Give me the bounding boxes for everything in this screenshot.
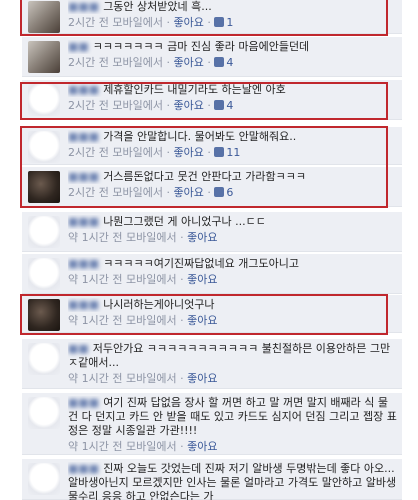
- commenter-name[interactable]: ■■■: [68, 257, 99, 271]
- comment-text: 거스름돈없다고 뭇건 안판다고 가라함ㅋㅋㅋ: [103, 170, 306, 183]
- comment-text: 가격을 안말합니다. 물어봐도 안말해줘요..: [103, 130, 297, 143]
- comment-text: 나뭔그그랬던 게 아니었구나 ...ㄷㄷ: [103, 215, 266, 228]
- avatar[interactable]: [28, 258, 60, 290]
- comment-time: 약 1시간 전 모바일에서: [68, 372, 177, 385]
- comment-time: 2시간 전 모바일에서: [68, 56, 163, 69]
- like-button[interactable]: 좋아요: [187, 440, 217, 453]
- comment-meta: 약 1시간 전 모바일에서 · 좋아요: [68, 273, 218, 286]
- like-button[interactable]: 좋아요: [173, 56, 203, 69]
- comment-item: ■■■ ㅋㅋㅋㅋㅋ여기진짜답없네요 개그도아니고 약 1시간 전 모바일에서 · …: [22, 254, 402, 294]
- like-count[interactable]: 4: [226, 56, 233, 69]
- comment-time: 약 1시간 전 모바일에서: [68, 314, 177, 327]
- comment-item: ■■■ 그동안 상처받았네 흑... 2시간 전 모바일에서 · 좋아요 · 1: [22, 0, 402, 34]
- comment-text: 그동안 상처받았네 흑...: [103, 0, 212, 13]
- comment-time: 약 1시간 전 모바일에서: [68, 231, 177, 244]
- like-button[interactable]: 좋아요: [173, 146, 203, 159]
- comment-text: ㅋㅋㅋㅋㅋㅋㅋ 금마 진심 좋라 마음에안들던데: [92, 40, 310, 53]
- avatar[interactable]: [28, 41, 60, 73]
- avatar[interactable]: [28, 1, 60, 33]
- commenter-name[interactable]: ■■■: [68, 396, 99, 410]
- commenter-name[interactable]: ■■■: [68, 83, 99, 97]
- comment-meta: 2시간 전 모바일에서 · 좋아요 · 6: [68, 186, 234, 199]
- like-count[interactable]: 11: [226, 146, 240, 159]
- avatar[interactable]: [28, 171, 60, 203]
- like-button[interactable]: 좋아요: [173, 186, 203, 199]
- comment-text: 여기 진짜 답없음 장사 할 꺼면 하고 말 꺼면 말지 배째라 식 물건 다 …: [68, 396, 397, 437]
- like-thumb-icon: [214, 17, 225, 27]
- like-thumb-icon: [214, 187, 225, 197]
- comment-time: 약 1시간 전 모바일에서: [68, 273, 177, 286]
- comment-item: ■■ 저두안가요 ㅋㅋㅋㅋㅋㅋㅋㅋㅋㅋㅋ 불친절하믄 이용안하믄 그만 ㅈ같애서.…: [22, 339, 402, 389]
- like-button[interactable]: 좋아요: [173, 99, 203, 112]
- commenter-name[interactable]: ■■: [68, 342, 89, 356]
- commenter-name[interactable]: ■■■: [68, 215, 99, 229]
- like-count[interactable]: 4: [226, 99, 233, 112]
- like-thumb-icon: [214, 147, 225, 157]
- comment-meta: 2시간 전 모바일에서 · 좋아요 · 4: [68, 99, 234, 112]
- avatar[interactable]: [28, 343, 60, 375]
- comment-text: 진짜 오늘도 갓었는데 진짜 저기 알바생 두명밖는데 좋다 아오... 알바생…: [68, 462, 397, 500]
- avatar[interactable]: [28, 131, 60, 163]
- like-button[interactable]: 좋아요: [187, 314, 217, 327]
- avatar[interactable]: [28, 463, 60, 495]
- comment-item: ■■ ㅋㅋㅋㅋㅋㅋㅋ 금마 진심 좋라 마음에안들던데 2시간 전 모바일에서 ·…: [22, 37, 402, 77]
- comment-time: 2시간 전 모바일에서: [68, 99, 163, 112]
- like-count[interactable]: 6: [226, 186, 233, 199]
- commenter-name[interactable]: ■■■: [68, 0, 99, 14]
- like-button[interactable]: 좋아요: [187, 231, 217, 244]
- comment-time: 2시간 전 모바일에서: [68, 146, 163, 159]
- avatar[interactable]: [28, 299, 60, 331]
- comment-item: ■■■ 나시러하는게아니엇구나 약 1시간 전 모바일에서 · 좋아요: [22, 295, 402, 333]
- like-button[interactable]: 좋아요: [187, 273, 217, 286]
- comment-time: 2시간 전 모바일에서: [68, 186, 163, 199]
- like-thumb-icon: [214, 57, 225, 67]
- comment-text: 저두안가요 ㅋㅋㅋㅋㅋㅋㅋㅋㅋㅋㅋ 불친절하믄 이용안하믄 그만 ㅈ같애서...: [68, 342, 391, 369]
- like-button[interactable]: 좋아요: [187, 372, 217, 385]
- comment-meta: 2시간 전 모바일에서 · 좋아요 · 1: [68, 16, 234, 29]
- comment-meta: 2시간 전 모바일에서 · 좋아요 · 4: [68, 56, 234, 69]
- comment-item: ■■■ 진짜 오늘도 갓었는데 진짜 저기 알바생 두명밖는데 좋다 아오... …: [22, 459, 402, 500]
- comment-item: ■■■ 가격을 안말합니다. 물어봐도 안말해줘요.. 2시간 전 모바일에서 ·…: [22, 127, 402, 165]
- comment-item: ■■■ 나뭔그그랬던 게 아니었구나 ...ㄷㄷ 약 1시간 전 모바일에서 · …: [22, 212, 402, 252]
- comment-text: 나시러하는게아니엇구나: [103, 298, 215, 311]
- commenter-name[interactable]: ■■■: [68, 170, 99, 184]
- avatar[interactable]: [28, 216, 60, 248]
- like-button[interactable]: 좋아요: [173, 16, 203, 29]
- comment-text: 제휴할인카드 내밀기라도 하는날엔 아호: [103, 83, 286, 96]
- comment-meta: 약 1시간 전 모바일에서 · 좋아요: [68, 372, 218, 385]
- comment-meta: 약 1시간 전 모바일에서 · 좋아요: [68, 231, 218, 244]
- comment-time: 2시간 전 모바일에서: [68, 16, 163, 29]
- commenter-name[interactable]: ■■■: [68, 462, 99, 476]
- comment-item: ■■■ 거스름돈없다고 뭇건 안판다고 가라함ㅋㅋㅋ 2시간 전 모바일에서 · …: [22, 167, 402, 207]
- commenter-name[interactable]: ■■■: [68, 298, 99, 312]
- avatar[interactable]: [28, 397, 60, 429]
- comment-meta: 약 1시간 전 모바일에서 · 좋아요: [68, 440, 218, 453]
- commenter-name[interactable]: ■■■: [68, 130, 99, 144]
- commenter-name[interactable]: ■■: [68, 40, 89, 54]
- comment-item: ■■■ 여기 진짜 답없음 장사 할 꺼면 하고 말 꺼면 말지 배째라 식 물건…: [22, 393, 402, 455]
- comment-text: ㅋㅋㅋㅋㅋ여기진짜답없네요 개그도아니고: [103, 257, 299, 270]
- like-count[interactable]: 1: [226, 16, 233, 29]
- like-thumb-icon: [214, 100, 225, 110]
- comment-time: 약 1시간 전 모바일에서: [68, 440, 177, 453]
- avatar[interactable]: [28, 84, 60, 116]
- comment-meta: 약 1시간 전 모바일에서 · 좋아요: [68, 314, 218, 327]
- comment-item: ■■■ 제휴할인카드 내밀기라도 하는날엔 아호 2시간 전 모바일에서 · 좋아…: [22, 80, 402, 120]
- comment-meta: 2시간 전 모바일에서 · 좋아요 · 11: [68, 146, 241, 159]
